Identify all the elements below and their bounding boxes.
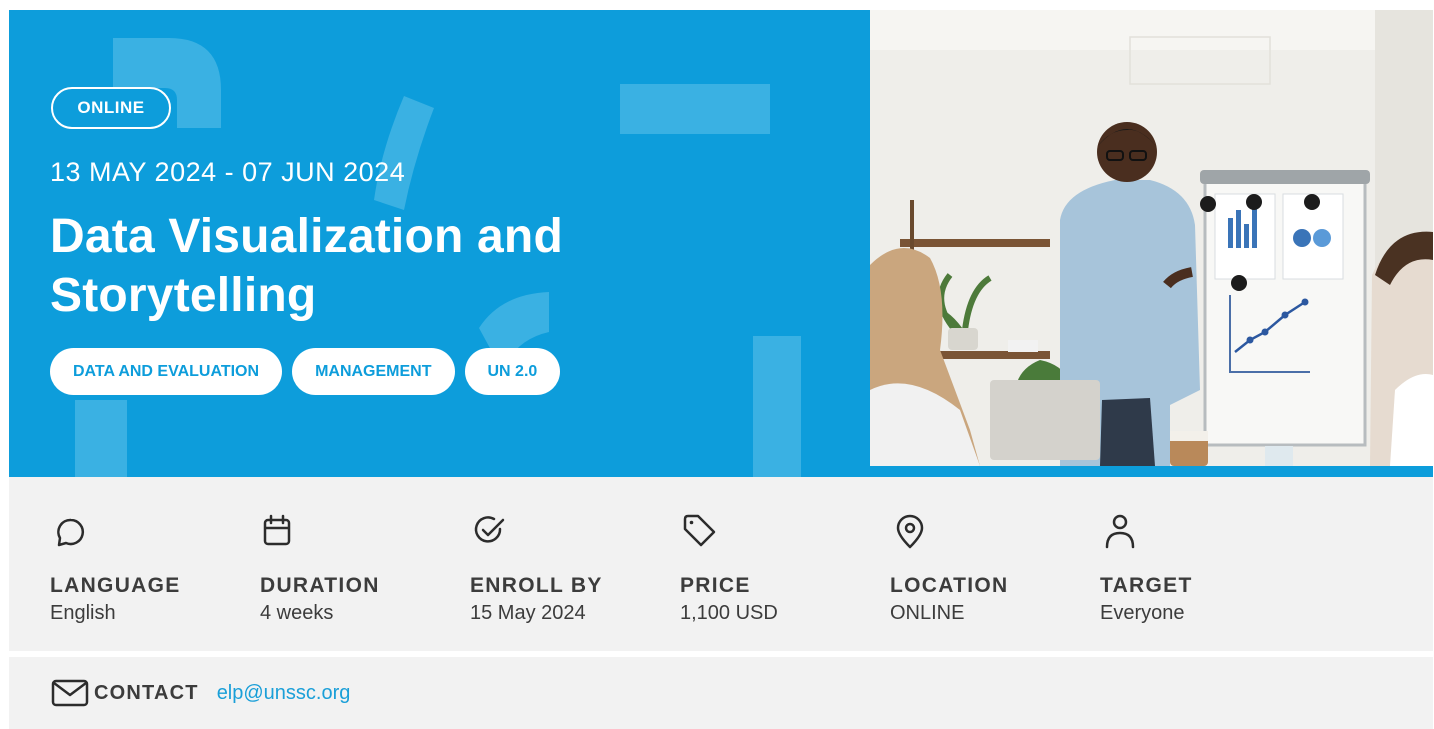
info-label: TARGET (1100, 574, 1193, 597)
course-info-bar: LANGUAGE English DURATION 4 weeks ENROLL… (9, 477, 1433, 651)
info-value: 4 weeks (260, 602, 334, 624)
info-label: PRICE (680, 574, 751, 597)
info-value: ONLINE (890, 602, 965, 624)
course-tags: DATA AND EVALUATION MANAGEMENT UN 2.0 (50, 348, 561, 395)
info-target: TARGET Everyone (1100, 511, 1300, 625)
tag-management[interactable]: MANAGEMENT (292, 348, 455, 395)
info-price: PRICE 1,100 USD (680, 511, 880, 625)
person-icon (1105, 514, 1135, 549)
delivery-mode-badge: ONLINE (51, 87, 171, 129)
tag-data-and-evaluation[interactable]: DATA AND EVALUATION (50, 348, 283, 395)
info-value: 15 May 2024 (470, 602, 586, 624)
course-dates: 13 MAY 2024 - 07 JUN 2024 (50, 157, 406, 187)
course-title: Data Visualization and Storytelling (50, 210, 563, 322)
speech-bubble-icon (57, 518, 84, 547)
info-language: LANGUAGE English (50, 511, 250, 625)
info-location: LOCATION ONLINE (890, 511, 1090, 625)
contact-bar: CONTACT elp@unssc.org (9, 657, 1433, 729)
presenter-at-flipchart-photo (870, 10, 1433, 466)
photo-bottom-strip (870, 466, 1433, 477)
map-pin-icon (896, 514, 924, 549)
tag-un-2-0[interactable]: UN 2.0 (464, 348, 561, 395)
info-value: 1,100 USD (680, 602, 778, 624)
info-value: Everyone (1100, 602, 1185, 624)
check-circle-icon (474, 516, 505, 543)
info-duration: DURATION 4 weeks (260, 511, 460, 625)
info-label: LOCATION (890, 574, 1009, 597)
contact-email-link[interactable]: elp@unssc.org (217, 682, 351, 705)
info-label: LANGUAGE (50, 574, 181, 597)
envelope-icon (51, 679, 89, 706)
info-label: DURATION (260, 574, 380, 597)
contact-label: CONTACT (94, 681, 199, 704)
course-hero: ONLINE 13 MAY 2024 - 07 JUN 2024 Data Vi… (9, 10, 1433, 477)
price-tag-icon (683, 514, 716, 547)
info-label: ENROLL BY (470, 574, 603, 597)
info-enroll-by: ENROLL BY 15 May 2024 (470, 511, 670, 625)
info-value: English (50, 602, 116, 624)
calendar-icon (263, 514, 291, 546)
